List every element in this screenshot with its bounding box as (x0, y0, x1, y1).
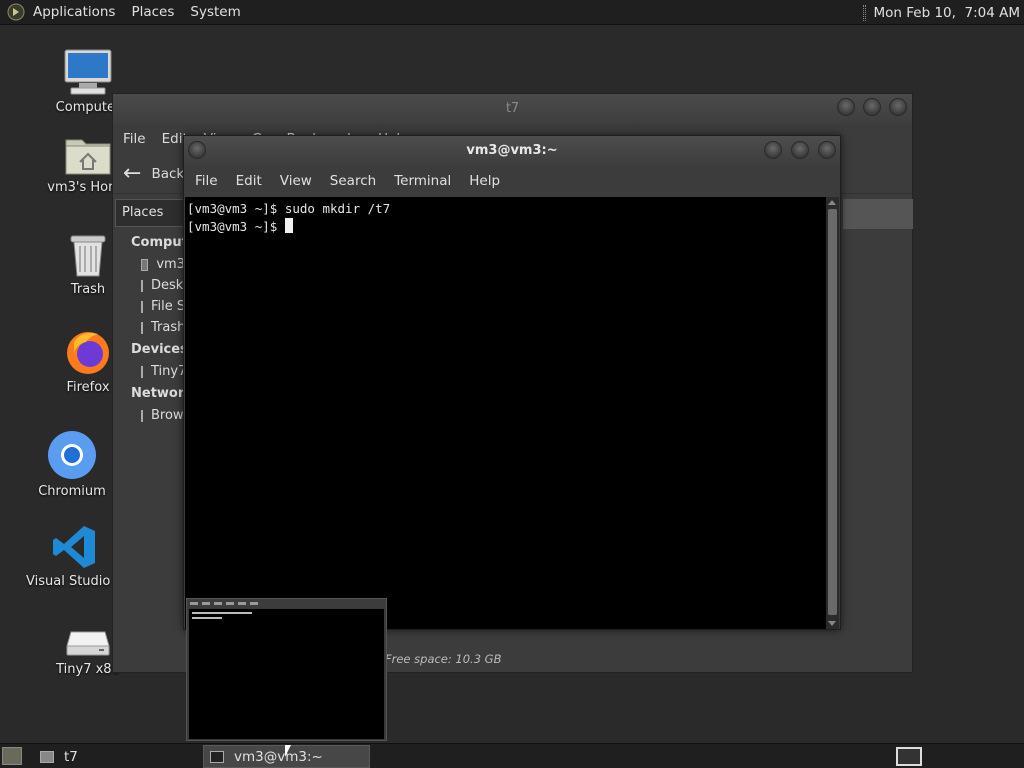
sidebar-item-label: vm3 (156, 257, 185, 272)
firefox-icon (62, 324, 114, 376)
back-arrow-icon[interactable]: ← (123, 161, 141, 186)
menu-system[interactable]: System (182, 0, 248, 25)
sidebar-item-label: File System (151, 299, 185, 314)
bottom-taskbar: t7 vm3@vm3:~ (0, 743, 1024, 768)
desktop-icon-vscode[interactable]: Visual Studio Code (26, 518, 122, 589)
location-bar[interactable] (843, 199, 913, 229)
vscode-icon (48, 518, 100, 570)
desktop-icon-chromium[interactable]: Chromium (24, 428, 120, 499)
sidebar-item-filesystem[interactable]: File System (113, 296, 185, 317)
free-space-text: Free space: 10.3 GB (385, 652, 502, 666)
distro-logo-icon (7, 3, 25, 21)
menu-file[interactable]: File (186, 173, 227, 189)
chromium-icon (46, 428, 98, 480)
preview-screen (189, 609, 384, 739)
drive-icon (62, 606, 114, 658)
sidebar-item-browse-network[interactable]: Browse Network (113, 405, 185, 426)
top-panel: Applications Places System Mon Feb 10, 7… (0, 0, 1024, 25)
sidebar-item-label: Tiny7 (151, 364, 185, 379)
back-button[interactable]: Back (151, 166, 184, 182)
minimize-button[interactable] (837, 98, 855, 116)
terminal-output[interactable]: [vm3@vm3 ~]$ sudo mkdir /t7 [vm3@vm3 ~]$ (185, 197, 827, 629)
workspace-switcher[interactable] (896, 747, 922, 766)
sidebar-item-home[interactable]: vm3 (113, 254, 185, 275)
maximize-button[interactable] (863, 98, 881, 116)
scroll-down-icon[interactable] (828, 621, 836, 626)
clock-area: Mon Feb 10, 7:04 AM (862, 0, 1021, 25)
sidebar-item-label: Browse Network (151, 408, 185, 423)
terminal-window[interactable]: vm3@vm3:~ File Edit View Search Terminal… (183, 135, 841, 630)
maximize-button[interactable] (791, 141, 809, 159)
desktop-icon-label: Chromium (38, 484, 106, 499)
trash-icon (141, 321, 143, 334)
scroll-up-icon[interactable] (828, 200, 836, 205)
menu-places[interactable]: Places (123, 0, 182, 25)
file-manager-titlebar[interactable]: t7 (113, 94, 912, 124)
home-icon (141, 258, 149, 271)
window-preview-thumbnail[interactable] (186, 598, 387, 741)
preview-menubar (187, 599, 386, 608)
window-title: t7 (505, 101, 520, 116)
applications-menu[interactable]: Applications (0, 0, 123, 25)
desktop-icon (141, 279, 143, 292)
places-dropdown[interactable]: Places (115, 199, 185, 227)
places-sidebar: Computer vm3 Desktop File System Trash D… (113, 231, 204, 426)
terminal-line: [vm3@vm3 ~]$ sudo mkdir /t7 (187, 201, 391, 216)
network-icon (141, 409, 143, 422)
terminal-line: [vm3@vm3 ~]$ (187, 219, 285, 234)
terminal-scrollbar[interactable] (826, 197, 839, 629)
show-desktop-icon[interactable] (2, 747, 22, 765)
sidebar-item-desktop[interactable]: Desktop (113, 275, 185, 296)
terminal-titlebar[interactable]: vm3@vm3:~ (184, 136, 840, 166)
filesystem-icon (141, 300, 143, 313)
text-cursor (284, 218, 293, 233)
desktop-icon-label: Visual Studio Code (26, 574, 122, 589)
home-folder-icon (62, 124, 114, 176)
taskbar-button-t7[interactable]: t7 (34, 745, 199, 768)
sidebar-item-tiny7[interactable]: Tiny7 (113, 361, 185, 382)
terminal-icon (210, 750, 224, 763)
sidebar-heading-network: Network (131, 386, 193, 401)
sidebar-item-trash[interactable]: Trash (113, 317, 185, 338)
sidebar-item-label: Trash (151, 320, 185, 335)
mouse-pointer-icon (285, 745, 291, 757)
sidebar-item-label: Desktop (151, 278, 185, 293)
sidebar-heading-devices: Devices (131, 342, 188, 357)
menu-view[interactable]: View (271, 173, 321, 189)
menu-file[interactable]: File (115, 131, 154, 147)
taskbar-label: vm3@vm3:~ (234, 748, 323, 765)
menu-terminal[interactable]: Terminal (385, 173, 460, 189)
scrollbar-thumb[interactable] (828, 209, 837, 615)
close-button[interactable] (818, 141, 836, 159)
window-title: vm3@vm3:~ (466, 143, 558, 158)
folder-icon (40, 750, 54, 763)
trash-icon (62, 226, 114, 278)
terminal-menubar: File Edit View Search Terminal Help (184, 166, 840, 196)
terminal-prompt-line: [vm3@vm3 ~]$ (187, 218, 825, 236)
clock[interactable]: Mon Feb 10, 7:04 AM (874, 5, 1021, 21)
drive-icon (141, 365, 143, 378)
minimize-button[interactable] (764, 141, 782, 159)
menu-edit[interactable]: Edit (227, 173, 271, 189)
sidebar-heading-computer: Computer (131, 235, 204, 250)
computer-icon (62, 44, 114, 96)
menu-help[interactable]: Help (460, 173, 509, 189)
taskbar-label: t7 (64, 748, 78, 765)
panel-handle[interactable] (862, 4, 866, 21)
close-button[interactable] (889, 98, 907, 116)
menu-applications[interactable]: Applications (25, 0, 123, 25)
menu-search[interactable]: Search (321, 173, 385, 189)
